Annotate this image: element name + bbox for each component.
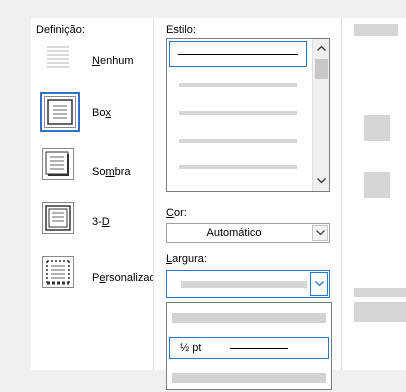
width-label: Largura:: [166, 253, 207, 265]
width-option-selected[interactable]: ½ pt: [169, 337, 329, 359]
3d-border-icon: [45, 205, 71, 231]
chevron-up-icon[interactable]: [313, 39, 330, 56]
width-option-label: ½ pt: [180, 342, 202, 354]
chevron-down-icon[interactable]: [313, 172, 330, 189]
style-scrollbar[interactable]: [312, 39, 329, 191]
solid-line-sample: [178, 54, 298, 55]
style-listbox[interactable]: [166, 38, 330, 192]
shadow-border-icon: [45, 151, 69, 176]
preset-custom-button[interactable]: [42, 256, 74, 288]
style-scroll-thumb[interactable]: [315, 59, 328, 79]
preset-shadow-button[interactable]: [42, 148, 74, 180]
width-select-value-placeholder: [181, 281, 307, 288]
preset-3d-button[interactable]: [42, 202, 74, 234]
preview-edge-button[interactable]: [364, 172, 390, 198]
custom-border-icon: [46, 260, 70, 285]
color-select[interactable]: Automático: [166, 223, 330, 243]
apply-to-select-placeholder[interactable]: [354, 302, 406, 322]
setting-label: Definição:: [36, 24, 85, 36]
width-line-sample: [230, 348, 288, 349]
color-select-value: Automático: [206, 227, 262, 239]
width-select[interactable]: [166, 270, 330, 298]
preset-custom-label: Personalizado: [92, 272, 162, 284]
style-option[interactable]: [179, 139, 297, 143]
style-label: Estilo:: [166, 24, 196, 36]
box-border-icon: [47, 99, 73, 125]
preset-none-button[interactable]: [42, 42, 74, 74]
preset-box-label: Box: [92, 107, 111, 119]
color-label: Cor:: [166, 207, 187, 219]
preset-shadow-label: Sombra: [92, 166, 131, 178]
preset-none-label: Nenhum: [92, 55, 134, 67]
style-option[interactable]: [179, 165, 297, 169]
style-option-selected[interactable]: [169, 41, 307, 67]
width-option[interactable]: [172, 313, 326, 323]
width-dropdown-list[interactable]: ½ pt: [166, 302, 332, 390]
none-border-icon: [47, 46, 69, 68]
preset-box-button[interactable]: [40, 92, 80, 132]
chevron-down-icon[interactable]: [312, 225, 328, 241]
style-option[interactable]: [179, 111, 297, 115]
preset-3d-label: 3-D: [92, 216, 110, 228]
apply-to-label-placeholder: [354, 288, 406, 297]
chevron-down-icon[interactable]: [310, 272, 328, 296]
preview-edge-button[interactable]: [364, 115, 390, 141]
preview-label-placeholder: [354, 24, 398, 36]
style-option[interactable]: [179, 83, 297, 87]
width-option[interactable]: [172, 373, 326, 383]
